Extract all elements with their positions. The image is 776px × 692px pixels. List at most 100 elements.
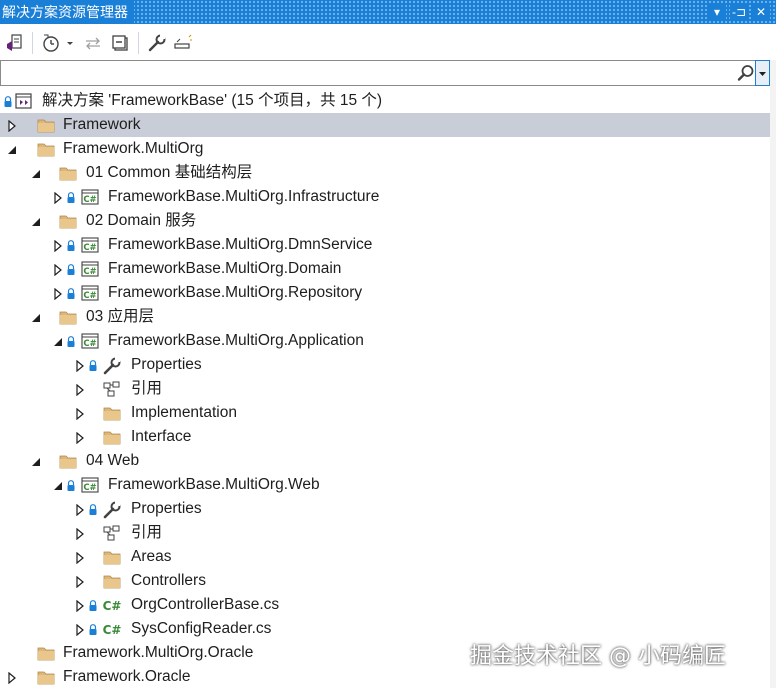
filter-dropdown-button[interactable]	[64, 32, 76, 54]
expanded-arrow-icon[interactable]	[30, 311, 42, 323]
folder-icon	[102, 427, 122, 447]
tree-node[interactable]: C# FrameworkBase.MultiOrg.Infrastructure	[0, 185, 776, 209]
tree-node[interactable]: Controllers	[0, 569, 776, 593]
tree-node[interactable]: Implementation	[0, 401, 776, 425]
collapsed-arrow-icon[interactable]	[74, 575, 86, 589]
tree-node[interactable]: Properties	[0, 497, 776, 521]
lock-icon	[4, 95, 12, 107]
tree-node[interactable]: Properties	[0, 353, 776, 377]
scrollbar-track[interactable]	[770, 60, 776, 688]
expanded-arrow-icon[interactable]	[52, 479, 64, 491]
folder-icon	[58, 307, 78, 327]
folder-icon	[102, 547, 122, 567]
collapsed-arrow-icon[interactable]	[74, 383, 86, 397]
tree-node[interactable]: Areas	[0, 545, 776, 569]
tree-node[interactable]: Interface	[0, 425, 776, 449]
toolbar	[0, 24, 776, 60]
folder-icon	[58, 211, 78, 231]
lock-icon	[67, 239, 75, 251]
tree-node[interactable]: 引用	[0, 521, 776, 545]
tree-node[interactable]: 01 Common 基础结构层	[0, 161, 776, 185]
search-icon[interactable]	[737, 64, 755, 87]
lock-icon	[89, 599, 97, 611]
collapsed-arrow-icon[interactable]	[52, 263, 64, 277]
collapsed-arrow-icon[interactable]	[52, 239, 64, 253]
tree-node[interactable]: C# OrgControllerBase.cs	[0, 593, 776, 617]
wrench-icon	[148, 34, 166, 52]
expanded-arrow-icon[interactable]	[30, 215, 42, 227]
switch-views-button[interactable]	[4, 32, 26, 54]
expanded-arrow-icon[interactable]	[52, 335, 64, 347]
tree-node-label: Properties	[131, 356, 202, 373]
svg-text:C#: C#	[83, 267, 96, 277]
close-button[interactable]: ✕	[752, 3, 770, 21]
search-options-dropdown[interactable]	[755, 60, 770, 86]
references-icon	[102, 379, 122, 399]
collapsed-arrow-icon[interactable]	[52, 287, 64, 301]
tree-node-label: 01 Common 基础结构层	[86, 164, 253, 181]
svg-text:C#: C#	[83, 195, 96, 205]
tree-node[interactable]: C# FrameworkBase.MultiOrg.DmnService	[0, 233, 776, 257]
pending-changes-filter-button[interactable]	[40, 32, 62, 54]
sync-with-active-document-button[interactable]	[82, 32, 104, 54]
collapsed-arrow-icon[interactable]	[6, 671, 18, 685]
csfile-icon: C#	[102, 595, 122, 615]
lock-icon	[89, 623, 97, 635]
folder-icon	[58, 451, 78, 471]
tree-node[interactable]: 04 Web	[0, 449, 776, 473]
tree-node[interactable]: C# FrameworkBase.MultiOrg.Repository	[0, 281, 776, 305]
pin-button[interactable]: -⊐	[730, 3, 748, 21]
tree-node-label: Framework.MultiOrg	[63, 140, 204, 157]
tree-node-label: FrameworkBase.MultiOrg.Web	[108, 476, 320, 493]
collapsed-arrow-icon[interactable]	[6, 119, 18, 133]
collapsed-arrow-icon[interactable]	[74, 431, 86, 445]
csproj-icon: C#	[80, 331, 100, 351]
collapsed-arrow-icon[interactable]	[74, 599, 86, 613]
tree-node[interactable]: Framework.MultiOrg	[0, 137, 776, 161]
preview-icon	[174, 34, 192, 49]
tree-node-label: 04 Web	[86, 452, 140, 469]
lock-icon	[67, 479, 75, 491]
tree-node-label: Framework.MultiOrg.Oracle	[63, 644, 254, 661]
collapse-all-button[interactable]	[110, 32, 132, 54]
solution-label: 解决方案 'FrameworkBase' (15 个项目，共 15 个)	[42, 92, 383, 109]
tree-node[interactable]: C# FrameworkBase.MultiOrg.Web	[0, 473, 776, 497]
sync-arrows-icon	[86, 37, 100, 50]
collapsed-arrow-icon[interactable]	[74, 527, 86, 541]
preview-selected-items-button[interactable]	[172, 32, 194, 54]
csproj-icon: C#	[80, 235, 100, 255]
expanded-arrow-icon[interactable]	[30, 455, 42, 467]
collapsed-arrow-icon[interactable]	[52, 191, 64, 205]
csproj-icon: C#	[80, 187, 100, 207]
search-input[interactable]	[3, 63, 727, 85]
tree-node[interactable]: Framework	[0, 113, 776, 137]
expanded-arrow-icon[interactable]	[30, 167, 42, 179]
tree-node[interactable]: 引用	[0, 377, 776, 401]
tree-node[interactable]: C# FrameworkBase.MultiOrg.Domain	[0, 257, 776, 281]
tree-node-label: Interface	[131, 428, 192, 445]
window-title-bar: 解决方案资源管理器 ▾ -⊐ ✕	[0, 0, 776, 24]
properties-button[interactable]	[146, 32, 168, 54]
lock-icon	[67, 191, 75, 203]
collapsed-arrow-icon[interactable]	[74, 551, 86, 565]
folder-icon	[36, 115, 56, 135]
tree-node[interactable]: 03 应用层	[0, 305, 776, 329]
tree-node-label: 引用	[131, 380, 163, 397]
tree-node[interactable]: C# FrameworkBase.MultiOrg.Application	[0, 329, 776, 353]
collapsed-arrow-icon[interactable]	[74, 503, 86, 517]
expanded-arrow-icon[interactable]	[6, 143, 18, 155]
clock-icon	[43, 34, 59, 52]
tree-node-label: Properties	[131, 500, 202, 517]
collapse-all-icon	[112, 35, 128, 51]
tree-node-label: Areas	[131, 548, 172, 565]
solution-node[interactable]: 解决方案 'FrameworkBase' (15 个项目，共 15 个)	[0, 89, 776, 113]
collapsed-arrow-icon[interactable]	[74, 623, 86, 637]
chevron-down-icon	[759, 72, 766, 76]
chevron-down-icon	[67, 42, 73, 45]
collapsed-arrow-icon[interactable]	[74, 407, 86, 421]
dropdown-menu-button[interactable]: ▾	[708, 3, 726, 21]
collapsed-arrow-icon[interactable]	[74, 359, 86, 373]
tree-node[interactable]: 02 Domain 服务	[0, 209, 776, 233]
folder-icon	[36, 667, 56, 687]
csproj-icon: C#	[80, 475, 100, 495]
